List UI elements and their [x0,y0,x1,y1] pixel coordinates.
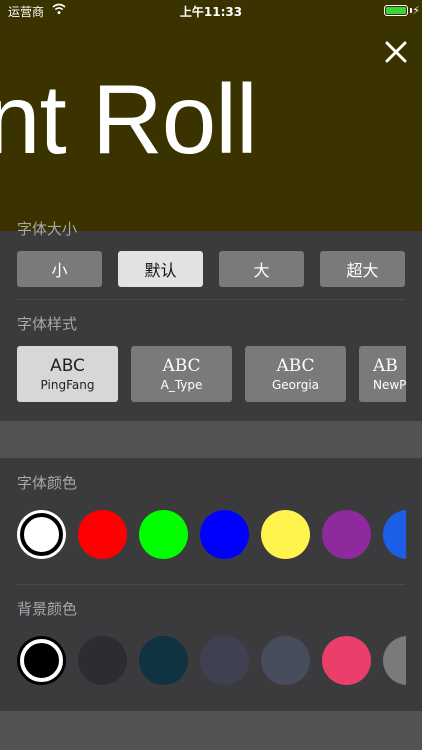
background-color-swatch[interactable] [78,636,127,685]
font-color-label: 字体颜色 [17,474,78,492]
marquee-text: nt Roll [0,64,258,174]
marquee-preview: nt Roll [0,0,422,231]
background-color-swatch[interactable] [200,636,249,685]
font-style-newping[interactable]: AB NewPing [359,346,406,402]
style-name: Georgia [271,377,320,392]
background-color-label: 背景颜色 [17,600,78,618]
font-color-swatch[interactable] [78,510,127,559]
bottom-spacer [0,711,422,750]
background-color-scroller[interactable] [0,631,406,691]
background-color-swatch[interactable] [20,639,63,682]
status-time: 上午11:33 [179,5,243,19]
style-sample: ABC [162,356,201,377]
font-style-scroller[interactable]: ABC PingFang ABC A_Type ABC Georgia AB N… [0,231,406,421]
background-color-swatch[interactable] [261,636,310,685]
style-sample: ABC [50,356,85,377]
divider [17,584,405,585]
style-sample: AB [373,356,398,377]
font-color-swatch[interactable] [322,510,371,559]
font-color-swatch[interactable] [383,510,406,559]
charging-icon: ⚡ [412,4,420,17]
status-bar: 运营商 上午11:33 ⚡ [0,0,422,22]
close-icon[interactable] [382,38,410,66]
font-color-swatch[interactable] [139,510,188,559]
font-color-swatch[interactable] [200,510,249,559]
font-color-swatch[interactable] [20,513,63,556]
background-color-swatch[interactable] [322,636,371,685]
background-color-swatch[interactable] [139,636,188,685]
settings-panel: 字体大小 小 默认 大 超大 字体样式 ABC PingFang ABC A_T… [0,220,422,750]
style-name: A_Type [160,377,203,392]
font-color-scroller[interactable] [0,505,406,565]
font-color-swatch[interactable] [261,510,310,559]
font-style-pingfang[interactable]: ABC PingFang [17,346,118,402]
section-spacer [0,421,422,458]
battery-icon [384,5,408,16]
style-name: PingFang [40,377,95,392]
style-name: NewPing [373,377,406,392]
font-style-a-type[interactable]: ABC A_Type [131,346,232,402]
style-sample: ABC [276,356,315,377]
background-color-swatch[interactable] [383,636,406,685]
font-style-georgia[interactable]: ABC Georgia [245,346,346,402]
